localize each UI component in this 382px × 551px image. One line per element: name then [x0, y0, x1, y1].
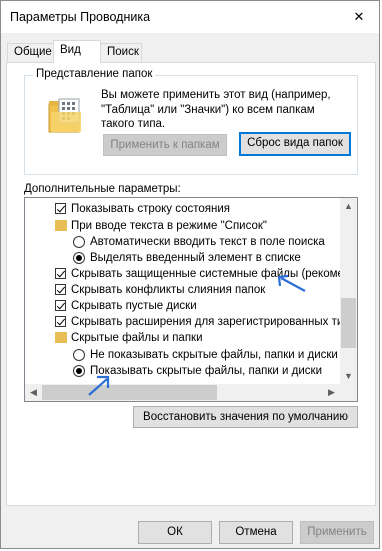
folder-views-icon — [48, 98, 81, 133]
vertical-scroll-thumb[interactable] — [341, 298, 356, 348]
tab-search[interactable]: Поиск — [100, 43, 142, 62]
checkbox-checked[interactable] — [55, 316, 66, 327]
explorer-options-dialog: Параметры Проводника ✕ Общие Вид Поиск П… — [0, 0, 380, 549]
checkbox-checked[interactable] — [55, 268, 66, 279]
ok-button[interactable]: ОК — [138, 521, 212, 544]
checkbox-checked[interactable] — [55, 203, 66, 214]
folder-views-title: Представление папок — [33, 68, 156, 80]
list-item-label: Скрывать конфликты слияния папок — [71, 284, 266, 296]
horizontal-scrollbar[interactable]: ◀ ▶ — [25, 384, 357, 401]
title-bar: Параметры Проводника ✕ — [1, 1, 379, 33]
view-tab-panel: Представление папок Вы можете применить … — [6, 62, 376, 506]
restore-defaults-button[interactable]: Восстановить значения по умолчанию — [133, 406, 358, 428]
folder-icon — [55, 220, 67, 231]
window-title: Параметры Проводника — [10, 10, 151, 24]
radio-button[interactable] — [73, 236, 85, 248]
folder-icon — [55, 332, 67, 343]
list-item-label: Показывать строку состояния — [71, 203, 231, 215]
list-item-label: Скрытые файлы и папки — [71, 332, 203, 344]
checkbox-checked[interactable] — [55, 300, 66, 311]
list-item-label: Показывать скрытые файлы, папки и диски — [90, 365, 322, 377]
tab-view-label: Вид — [60, 44, 81, 56]
annotation-arrow-icon — [88, 375, 110, 396]
folder-views-description: Вы можете применить этот вид (например, … — [101, 89, 331, 130]
tab-view[interactable]: Вид — [53, 40, 101, 63]
tab-general-label: Общие — [14, 46, 52, 58]
reset-folders-button[interactable]: Сброс вида папок — [239, 132, 351, 156]
radio-button[interactable] — [73, 349, 85, 361]
tab-search-label: Поиск — [107, 46, 139, 58]
list-item-label: Не показывать скрытые файлы, папки и дис… — [90, 349, 338, 361]
cancel-button[interactable]: Отмена — [219, 521, 293, 544]
list-item-label: При вводе текста в режиме "Список" — [71, 220, 267, 232]
scrollbar-corner — [340, 384, 357, 401]
radio-button-selected[interactable] — [73, 252, 85, 264]
advanced-settings-tree: Показывать строку состояния При вводе те… — [24, 197, 358, 402]
close-button[interactable]: ✕ — [339, 1, 379, 33]
radio-button-selected[interactable] — [73, 365, 85, 377]
tab-general[interactable]: Общие — [7, 43, 55, 62]
apply-button[interactable]: Применить — [300, 521, 374, 544]
scroll-right-icon[interactable]: ▶ — [323, 387, 340, 398]
scroll-left-icon[interactable]: ◀ — [25, 387, 42, 398]
vertical-scrollbar[interactable]: ▲ ▼ — [340, 198, 357, 384]
list-item-label: Скрывать пустые диски — [71, 300, 197, 312]
annotation-arrow-icon — [277, 274, 306, 292]
scroll-down-icon[interactable]: ▼ — [340, 371, 357, 381]
scroll-up-icon[interactable]: ▲ — [340, 201, 357, 211]
advanced-settings-label: Дополнительные параметры: — [24, 183, 181, 195]
close-icon: ✕ — [353, 9, 365, 24]
apply-to-folders-button[interactable]: Применить к папкам — [103, 134, 227, 156]
list-item-label: Выделять введенный элемент в списке — [90, 252, 301, 264]
folder-views-group: Представление папок Вы можете применить … — [24, 68, 358, 175]
horizontal-scroll-thumb[interactable] — [42, 385, 217, 400]
list-item-label: Скрывать расширения для зарегистрированн… — [71, 316, 356, 328]
checkbox-checked[interactable] — [55, 284, 66, 295]
list-item-label: Автоматически вводить текст в поле поиск… — [90, 236, 325, 248]
